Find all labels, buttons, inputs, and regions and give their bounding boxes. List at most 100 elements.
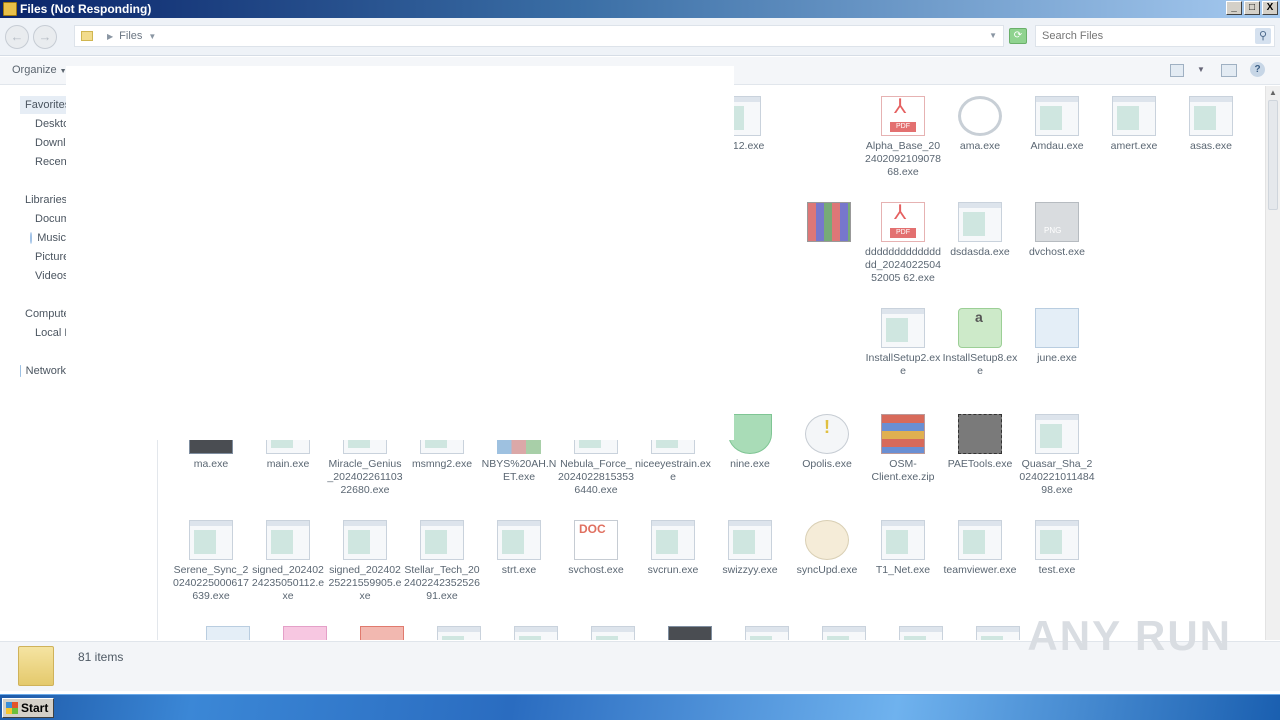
minimize-button[interactable]: _ (1226, 1, 1242, 15)
exe-icon (437, 626, 481, 640)
maximize-button[interactable]: □ (1244, 1, 1260, 15)
file-item[interactable]: june.exe (1019, 308, 1095, 365)
file-item[interactable]: ddddddddddddddd_202402250452005 62.exe (865, 202, 941, 285)
address-bar: ← → ▶ Files ▼ ▼ ⟳ ⚲ (0, 18, 1280, 56)
nav-favorites[interactable]: Favorites (20, 96, 66, 114)
search-box[interactable]: ⚲ (1035, 25, 1275, 47)
address-dropdown-icon[interactable]: ▼ (989, 31, 997, 40)
back-button[interactable]: ← (5, 25, 29, 49)
file-item[interactable]: test.exe (1019, 520, 1095, 577)
file-item-partial[interactable] (806, 626, 882, 640)
nav-videos[interactable]: Videos (30, 267, 66, 285)
exe-icon (822, 626, 866, 640)
file-item-partial[interactable] (804, 202, 854, 246)
file-item[interactable]: strt.exe (481, 520, 557, 577)
address-field[interactable]: ▶ Files ▼ ▼ (74, 25, 1004, 47)
view-dropdown-icon[interactable]: ▼ (1197, 65, 1205, 74)
forward-button[interactable]: → (33, 25, 57, 49)
file-item[interactable]: T1_Net.exe (865, 520, 941, 577)
file-item[interactable]: Serene_Sync_20240225000617639.exe (173, 520, 249, 603)
exe-icon (497, 520, 541, 560)
file-item[interactable]: dsdasda.exe (942, 202, 1018, 259)
exe-icon (1189, 96, 1233, 136)
file-item-partial[interactable] (190, 626, 266, 640)
nav-music[interactable]: Music (30, 229, 66, 247)
file-item[interactable]: InstallSetup2.exe (865, 308, 941, 378)
breadcrumb[interactable]: Files (119, 30, 142, 42)
exe-icon (189, 520, 233, 560)
close-button[interactable]: X (1262, 1, 1278, 15)
folder-icon (18, 646, 54, 686)
pdf-icon (881, 202, 925, 242)
file-item[interactable]: signed_20240225221559905.exe (327, 520, 403, 603)
doc-icon (574, 520, 618, 560)
exe-icon (958, 520, 1002, 560)
file-item[interactable]: PAETools.exe (942, 414, 1018, 471)
exe-icon (1035, 414, 1079, 454)
help-icon[interactable]: ? (1250, 62, 1265, 77)
nav-documents[interactable]: Documents (30, 210, 66, 228)
exe-icon (881, 520, 925, 560)
change-view-icon[interactable] (1170, 64, 1184, 77)
file-item-partial[interactable] (267, 626, 343, 640)
exe-icon (420, 520, 464, 560)
file-item[interactable]: syncUpd.exe (789, 520, 865, 577)
file-item[interactable]: Alpha_Base_20240209210907868.exe (865, 96, 941, 179)
nav-computer[interactable]: Computer (20, 305, 66, 323)
exe-icon (728, 520, 772, 560)
file-item-partial[interactable] (421, 626, 497, 640)
unpainted-region (66, 66, 734, 440)
file-item-partial[interactable] (883, 626, 959, 640)
music-icon (30, 232, 33, 244)
file-item[interactable]: InstallSetup8.exe (942, 308, 1018, 378)
file-item[interactable]: svchost.exe (558, 520, 634, 577)
scrollbar-thumb[interactable] (1268, 100, 1278, 210)
refresh-icon[interactable]: ⟳ (1009, 28, 1027, 44)
nav-local-disk[interactable]: Local Disk (C:) (30, 324, 66, 342)
exe-icon (1035, 520, 1079, 560)
file-item[interactable]: Quasar_Sha_20240221011484 98.exe (1019, 414, 1095, 497)
preview-pane-icon[interactable] (1221, 64, 1237, 77)
start-button[interactable]: Start (2, 698, 54, 718)
file-item-partial[interactable] (729, 626, 805, 640)
file-item[interactable]: svcrun.exe (635, 520, 711, 577)
file-item-partial[interactable] (575, 626, 651, 640)
file-item[interactable]: Amdau.exe (1019, 96, 1095, 153)
title-bar: Files (Not Responding) _ □ X (0, 0, 1280, 18)
file-item[interactable]: amert.exe (1096, 96, 1172, 153)
file-item[interactable]: ama.exe (942, 96, 1018, 153)
vertical-scrollbar[interactable]: ▲ (1265, 86, 1280, 640)
file-item[interactable]: asas.exe (1173, 96, 1249, 153)
nav-libraries[interactable]: Libraries (20, 191, 66, 209)
app-icon (360, 626, 404, 640)
nav-network[interactable]: Network (20, 362, 66, 380)
file-item[interactable]: swizzyy.exe (712, 520, 788, 577)
exe-icon (514, 626, 558, 640)
scroll-up-icon[interactable]: ▲ (1269, 88, 1277, 97)
watermark-logo: ANY RUN (1027, 612, 1232, 659)
file-item[interactable]: Opolis.exe (789, 414, 865, 471)
file-item[interactable]: Stellar_Tech_20240224235252691.exe (404, 520, 480, 603)
file-item-partial[interactable] (652, 626, 728, 640)
file-item[interactable]: OSM-Client.exe.zip (865, 414, 941, 484)
nav-downloads[interactable]: Downloads (30, 134, 66, 152)
organize-button[interactable]: Organize ▼ (12, 64, 67, 76)
search-icon[interactable]: ⚲ (1255, 28, 1271, 44)
setup-icon (206, 626, 250, 640)
nav-desktop[interactable]: Desktop (30, 115, 66, 133)
file-item-partial[interactable] (344, 626, 420, 640)
file-item[interactable]: signed_20240224235050112.exe (250, 520, 326, 603)
file-item[interactable]: teamviewer.exe (942, 520, 1018, 577)
app-icon (728, 414, 772, 454)
file-item-partial[interactable] (498, 626, 574, 640)
chevron-down-icon[interactable]: ▼ (148, 32, 156, 41)
search-input[interactable] (1036, 26, 1246, 46)
exe-icon (899, 626, 943, 640)
pdf-icon (881, 96, 925, 136)
nav-recent-places[interactable]: Recent Places (30, 153, 66, 171)
file-item[interactable]: dvchost.exe (1019, 202, 1095, 259)
network-icon (20, 365, 21, 377)
file-item-partial[interactable] (960, 626, 1036, 640)
chip-icon (958, 414, 1002, 454)
nav-pictures[interactable]: Pictures (30, 248, 66, 266)
